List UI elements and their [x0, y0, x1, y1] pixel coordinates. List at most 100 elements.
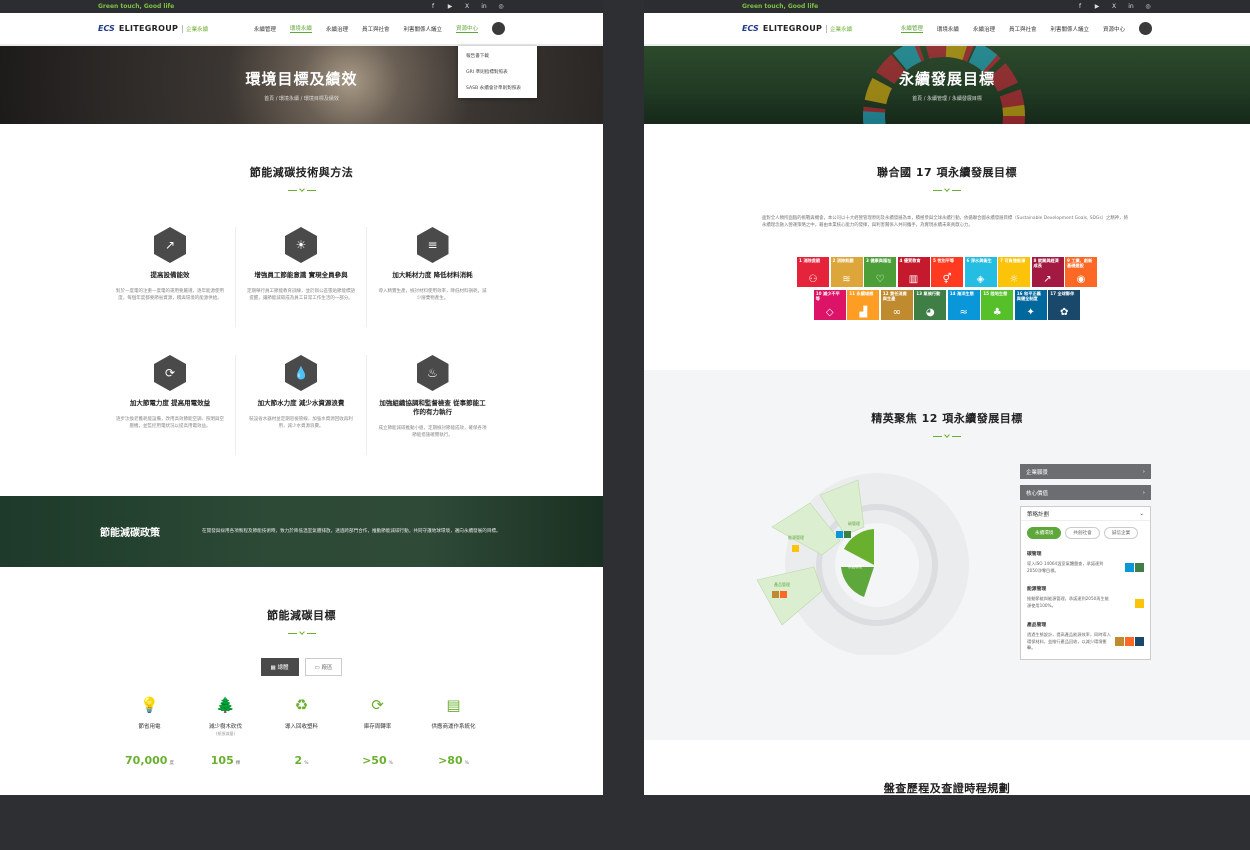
menu: 永續管理 環境永續 永續治理 員工與社會 利害關係人議立 資源中心 ⌕: [900, 22, 1152, 35]
plan-item: 能源管理 推動節能與能源管理，承諾達到2050再生能源使用100%。: [1027, 581, 1144, 613]
stat-sublabel: (紙張減量): [215, 731, 236, 736]
stat-unit: 棵: [235, 761, 241, 766]
menu-item-resources[interactable]: 資源中心: [455, 24, 478, 33]
policy-text: 在開發與採用各項製程及節能技術時，致力於降低溫室氣體排放，透過跨部門合作，推動節…: [202, 528, 501, 534]
method-title: 加大耗材力度 降低材料消耗: [392, 271, 473, 279]
focus-section: 精英聚焦 12 項永續發展目標 碳管理 能源管理 產品管理 永續環境 企業願景 ›…: [644, 370, 1250, 740]
stat-unit: %: [388, 761, 393, 766]
youtube-icon[interactable]: ▶: [1093, 3, 1101, 10]
sdg-label: 9 工業、創新基礎建設: [1067, 258, 1093, 268]
logo[interactable]: ECS ELITEGROUP 企業永續: [98, 24, 208, 33]
refresh-icon: ⟳: [371, 696, 384, 714]
facebook-icon[interactable]: f: [1076, 3, 1084, 10]
stat-unit: %: [464, 761, 469, 766]
stat-value: >80%: [428, 754, 480, 767]
sdg-tile[interactable]: 8 就業與經濟成長 ↗: [1031, 257, 1064, 287]
logo[interactable]: ECS ELITEGROUP 企業永續: [742, 24, 852, 33]
plan-header[interactable]: 策略計劃 ⌄: [1021, 507, 1150, 521]
page-title: 環境目標及績效: [245, 70, 358, 88]
sdg-tile[interactable]: 4 優質教育 ▥: [897, 257, 930, 287]
x-icon[interactable]: X: [463, 3, 471, 10]
stat-value: 105 棵: [200, 754, 252, 767]
plan-card: 策略計劃 ⌄ 永續環境 共創社會 誠信企業 碳管理 導入ISO 14064溫室氣體盤…: [1020, 506, 1151, 661]
top-utility-bar: Green touch, Good life f ▶ X in ◎: [644, 0, 1250, 13]
social-links: f ▶ X in ◎: [1076, 3, 1152, 10]
title-divider: [644, 432, 1250, 439]
plan-item-title: 碳管理: [1027, 552, 1042, 557]
sdg-tile[interactable]: 17 全球夥伴 ✿: [1048, 290, 1081, 320]
stat-unit: %: [304, 761, 309, 766]
sdg-icon: ↗: [1043, 274, 1052, 285]
power-icon: ⟳: [154, 355, 186, 391]
social-links: f ▶ X in ◎: [429, 3, 505, 10]
building-icon: ▭: [314, 665, 320, 671]
tab-plant[interactable]: ▭ 廠區: [304, 658, 343, 676]
menu-item-environment[interactable]: 環境永續: [289, 24, 312, 33]
menu-item-social[interactable]: 員工與社會: [1009, 25, 1037, 33]
search-icon[interactable]: ⌕: [492, 22, 505, 35]
tab-integrity[interactable]: 誠信企業: [1103, 527, 1139, 539]
logo-mark: ECS: [742, 24, 759, 33]
sdg-grid: 1 消除貧窮 ⚇ 2 消除飢餓 ≋ 3 健康與福祉 ♡ 4 優質教育 ▥ 5 性別平等 ⚥ 6 淨水…: [644, 257, 1250, 320]
sdg-label: 8 就業與經濟成長: [1033, 258, 1059, 268]
plan-item-icons: [1115, 637, 1144, 647]
x-icon[interactable]: X: [1110, 3, 1118, 10]
method-card: ♨ 加強組織協調和監督檢查 從事節能工作的有力執行 成立節能減碳推動小組，定期檢…: [367, 355, 498, 455]
logo-sub: 企業永續: [182, 24, 208, 33]
sdg-tile[interactable]: 16 和平正義與健全制度 ✦: [1014, 290, 1047, 320]
sdg-tile[interactable]: 15 陸地生態 ♣: [981, 290, 1014, 320]
section-title-targets: 節能減碳目標: [267, 609, 336, 622]
menu-item-stakeholders[interactable]: 利害關係人議立: [1050, 25, 1089, 33]
vision-button[interactable]: 企業願景 ›: [1020, 464, 1151, 479]
plan-item-icons: [1125, 563, 1144, 573]
sdg-intro: 面對全人類所面臨的挑戰與機會，本公司以十大經營管理原則及永續發展為本，積極參與全…: [762, 216, 1128, 229]
youtube-icon[interactable]: ▶: [446, 3, 454, 10]
sdg-tile[interactable]: 10 減少不平等 ◇: [813, 290, 846, 320]
dropdown-item-report[interactable]: 報告書下載: [458, 48, 537, 64]
linkedin-icon[interactable]: in: [480, 3, 488, 10]
section-title-un-sdgs: 聯合國 17 項永續發展目標: [877, 166, 1017, 179]
tagline: Green touch, Good life: [742, 3, 819, 10]
wheel-label-energy: 能源管理: [788, 534, 804, 540]
linkedin-icon[interactable]: in: [1127, 3, 1135, 10]
menu-item-environment[interactable]: 環境永續: [937, 25, 959, 33]
instagram-icon[interactable]: ◎: [1144, 3, 1152, 10]
sdg-tile[interactable]: 2 消除飢餓 ≋: [830, 257, 863, 287]
search-icon[interactable]: ⌕: [1139, 22, 1152, 35]
menu-item-resources[interactable]: 資源中心: [1103, 25, 1125, 33]
sdg-tile[interactable]: 7 可負擔能源 ☼: [998, 257, 1030, 287]
menu-item-management[interactable]: 永續管理: [254, 25, 276, 33]
sdg-tile[interactable]: 12 責任消費與生產 ∞: [880, 290, 913, 320]
values-button[interactable]: 核心價值 ›: [1020, 485, 1151, 500]
sdg-tile[interactable]: 9 工業、創新基礎建設 ◉: [1065, 257, 1097, 287]
facebook-icon[interactable]: f: [429, 3, 437, 10]
plan-item-desc: 透過生態設計，提高產品能源效率，同時導入環保材料，並推行產品回收，以減少環境衝擊…: [1027, 631, 1111, 651]
sdg-tile[interactable]: 1 消除貧窮 ⚇: [797, 257, 829, 287]
sdg-tile[interactable]: 5 性別平等 ⚥: [931, 257, 963, 287]
method-desc: 裝設省水器材並定期巡檢管線，加強水資源回收再利用，減少水資源浪費。: [249, 417, 353, 430]
menu-item-stakeholders[interactable]: 利害關係人議立: [403, 25, 442, 33]
dropdown-item-sasb[interactable]: SASB 永續會計準則對照表: [458, 80, 537, 96]
sdg-tile[interactable]: 3 健康與福祉 ♡: [864, 257, 896, 287]
menu-item-management[interactable]: 永續管理: [900, 24, 923, 33]
menu-item-social[interactable]: 員工與社會: [362, 25, 390, 33]
sdg-tile[interactable]: 13 氣候行動 ◕: [914, 290, 947, 320]
tab-environment[interactable]: 永續環境: [1027, 527, 1062, 539]
sdg-tile[interactable]: 11 永續城鄉 ▟: [847, 290, 880, 320]
sdg-tile[interactable]: 14 海洋生態 ≈: [947, 290, 980, 320]
logo-mark: ECS: [98, 24, 115, 33]
dropdown-item-gri[interactable]: GRI 準則指標對照表: [458, 64, 537, 80]
stat-value: >50%: [352, 754, 404, 767]
sdg-tile[interactable]: 6 淨水與衛生 ◈: [964, 257, 997, 287]
stat-number: 70,000: [125, 754, 168, 767]
instagram-icon[interactable]: ◎: [497, 3, 505, 10]
method-title: 加大節電力度 提高用電效益: [129, 399, 211, 407]
sun-icon: ☀: [285, 227, 317, 263]
tab-society[interactable]: 共創社會: [1065, 527, 1100, 539]
coordination-icon: ♨: [416, 355, 449, 391]
menu-item-governance[interactable]: 永續治理: [973, 25, 995, 33]
sdg-label: 13 氣候行動: [916, 291, 941, 296]
tab-overall[interactable]: ▦ 總體: [260, 658, 299, 676]
menu-item-governance[interactable]: 永續治理: [326, 25, 348, 33]
plan-item-icons: [1135, 598, 1144, 608]
